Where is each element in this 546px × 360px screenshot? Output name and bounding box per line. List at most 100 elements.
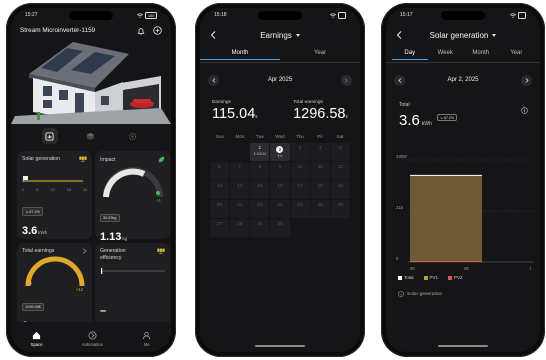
calendar-day[interactable]: 20 (210, 200, 230, 218)
earnings-screen: 15:18 Earnings Month Year Apr 2025 Earni… (200, 8, 360, 352)
solar-panel-icon (79, 156, 87, 162)
earnings-arc-gauge (25, 256, 85, 287)
solar-mini-chart (22, 176, 83, 182)
impact-arc-gauge (103, 167, 163, 198)
weekday-label: Sun (215, 134, 225, 139)
calendar-day[interactable]: 13 (210, 181, 230, 199)
chevron-left-icon (210, 31, 216, 39)
calendar-day[interactable]: 23 (270, 200, 290, 218)
calendar-day[interactable]: 4 (310, 143, 330, 161)
calendar-day[interactable]: 28 (230, 219, 250, 237)
calendar-blank (230, 143, 249, 161)
calendar-day[interactable]: 15 (250, 181, 270, 199)
wifi-icon (329, 12, 336, 18)
total-label: Total (399, 102, 410, 108)
calendar-day[interactable]: 9 (270, 162, 290, 180)
total-earnings-value: 1296.58 (293, 106, 346, 122)
calendar-day[interactable]: 17 (290, 181, 310, 199)
legend-item-total[interactable]: Total (398, 275, 414, 280)
calendar-day[interactable]: 8 (250, 162, 270, 180)
solar-unit: kWh (38, 230, 48, 235)
calendar-day[interactable]: 30 (270, 219, 290, 237)
chevron-left-icon (211, 77, 215, 83)
tabs-divider (200, 62, 360, 63)
tab-settings[interactable] (124, 128, 140, 144)
page-title[interactable]: Earnings (260, 31, 300, 40)
generation-efficiency-card[interactable]: Generation efficiency – (95, 243, 170, 327)
calendar-day[interactable]: 1 € 115.04 (250, 143, 270, 161)
home-indicator (255, 345, 305, 347)
tab-year[interactable]: Year (499, 50, 535, 60)
back-button[interactable] (208, 28, 218, 42)
bar-chart-icon (45, 131, 54, 141)
day-earnings: € 115.04 (253, 152, 266, 156)
calendar-day[interactable]: 14 (230, 181, 250, 199)
solar-generation-screen: 15:17 Solar generation Day Week Month Ye… (386, 8, 540, 352)
nav-space[interactable]: Space (31, 331, 43, 347)
legend-item-pv2[interactable]: PV2 (448, 275, 463, 280)
calendar-day[interactable]: 16 (270, 181, 290, 199)
calendar-day[interactable]: 7 (230, 162, 250, 180)
tab-year[interactable]: Year (280, 50, 360, 60)
date-navigator: Apr 2, 2025 (394, 74, 532, 86)
solar-generation-footer[interactable]: Solar generation (398, 291, 442, 297)
info-icon[interactable] (521, 101, 528, 119)
impact-card[interactable]: Impact +1 30.53kg 1.13kg (95, 151, 170, 243)
page-title[interactable]: Solar generation (430, 31, 497, 40)
tab-month[interactable]: Month (463, 50, 499, 60)
calendar-day[interactable]: 3 (290, 143, 310, 161)
device-name[interactable]: Stream Microinverter-1159 (20, 27, 95, 34)
calendar-day[interactable]: 21 (230, 200, 250, 218)
chevron-left-icon (397, 77, 401, 83)
card-title: Generation efficiency (100, 248, 126, 261)
chevron-left-icon (396, 31, 402, 39)
calendar-day[interactable]: 12 (330, 162, 350, 180)
status-time: 15:27 (25, 12, 38, 18)
nav-me[interactable]: Me (142, 331, 151, 347)
status-time: 15:17 (400, 12, 413, 18)
calendar-day[interactable]: 6 (210, 162, 230, 180)
next-date-button[interactable] (340, 74, 352, 86)
tab-month[interactable]: Month (200, 50, 280, 60)
bell-icon[interactable] (136, 26, 145, 35)
legend-item-pv1[interactable]: PV1 (423, 275, 438, 280)
home-icon (32, 331, 41, 340)
calendar-day[interactable]: 25 (310, 200, 330, 218)
weekday-label: Tue (256, 134, 264, 139)
tab-week[interactable]: Week (428, 50, 464, 60)
calendar-day[interactable]: 29 (250, 219, 270, 237)
prev-date-button[interactable] (394, 74, 405, 86)
nav-automation[interactable]: Automation (82, 331, 103, 347)
chevron-right-icon (345, 77, 349, 83)
calendar-day[interactable]: 18 (310, 181, 330, 199)
prev-date-button[interactable] (208, 74, 219, 86)
weekday-label: Sat (336, 134, 344, 139)
tab-stats[interactable] (41, 128, 58, 144)
home-indicator (438, 345, 488, 347)
calendar-day[interactable]: 5 (330, 143, 350, 161)
next-date-button[interactable] (521, 74, 532, 86)
calendar-day[interactable]: 26 (330, 200, 350, 218)
calendar-day[interactable]: 27 (210, 219, 230, 237)
calendar-day[interactable]: 19 (330, 181, 350, 199)
calendar-day[interactable]: 11 (310, 162, 330, 180)
automation-icon (88, 331, 97, 340)
card-title: Impact (100, 156, 116, 163)
total-earnings-card[interactable]: Total earnings +12 1296.58€ 0€ (17, 243, 92, 332)
calendar-day-selected[interactable]: 2 € 0 (270, 143, 290, 161)
solar-generation-card[interactable]: Solar generation 0 6 12 18 24 ↘ 67.2% 3.… (17, 151, 92, 239)
add-device-icon[interactable] (153, 26, 162, 35)
calendar-day[interactable]: 10 (290, 162, 310, 180)
leaf-icon (158, 156, 165, 163)
calendar-day[interactable]: 24 (290, 200, 310, 218)
earnings-totals: Earnings 115.04€ Total earnings 1296.58€ (212, 100, 348, 122)
calendar-day[interactable]: 22 (250, 200, 270, 218)
current-date: Apr 2, 2025 (447, 77, 479, 83)
back-button[interactable] (394, 28, 404, 42)
impact-value: 1.13 (100, 231, 122, 243)
wifi-icon (509, 12, 516, 18)
efficiency-value: – (100, 305, 107, 317)
tab-device[interactable] (83, 128, 99, 144)
axis-label: 24 (83, 188, 87, 192)
tab-day[interactable]: Day (392, 50, 428, 60)
